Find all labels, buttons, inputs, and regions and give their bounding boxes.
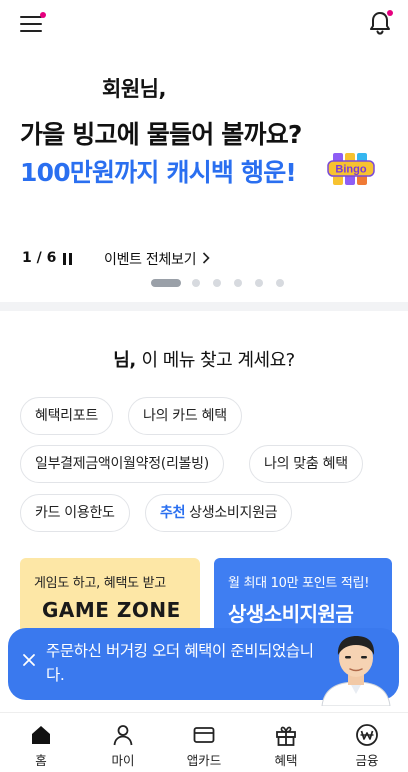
suggest-title-text: 이 메뉴 찾고 계세요?	[141, 350, 295, 371]
suggest-title-name: 님,	[113, 350, 136, 371]
tab-label: 금융	[355, 753, 379, 768]
tab-label: 앱카드	[186, 753, 222, 768]
page-dot-active[interactable]	[151, 279, 181, 287]
chip-label: 카드 이용한도	[35, 505, 115, 521]
chevron-right-icon	[198, 252, 211, 268]
page-dot[interactable]	[213, 279, 221, 287]
tab-my[interactable]: 마이	[82, 713, 164, 772]
notification-dot	[40, 12, 46, 18]
points-card-title: 상생소비지원금	[228, 602, 354, 626]
chip-revolving[interactable]: 일부결제금액이월약정(리볼빙)	[20, 445, 224, 483]
chip-card-limit[interactable]: 카드 이용한도	[20, 494, 130, 532]
banner-headline: 가을 빙고에 물들어 볼까요?	[20, 120, 302, 149]
suggest-title: 님, 이 메뉴 찾고 계세요?	[0, 346, 408, 372]
notification-dot	[387, 10, 393, 16]
chip-label: 혜택리포트	[35, 408, 98, 424]
tab-label: 마이	[111, 753, 135, 768]
banner-subheadline: 100만원까지 캐시백 행운!	[20, 158, 297, 187]
chip-label: 나의 맞춤 혜택	[264, 456, 348, 472]
greeting: 회원님,	[102, 77, 166, 101]
page-dot[interactable]	[234, 279, 242, 287]
page-dot[interactable]	[192, 279, 200, 287]
points-card-caption: 월 최대 10만 포인트 적립!	[228, 576, 370, 591]
recommend-tag: 추천	[160, 505, 186, 521]
won-circle-icon	[356, 724, 378, 746]
home-icon	[32, 726, 50, 744]
page-dot[interactable]	[276, 279, 284, 287]
section-divider	[0, 302, 408, 311]
chip-consumption-support[interactable]: 추천 상생소비지원금	[145, 494, 293, 532]
page-dot[interactable]	[255, 279, 263, 287]
tab-home[interactable]: 홈	[0, 713, 82, 772]
tab-finance[interactable]: 금융	[326, 713, 408, 772]
bingo-sticker-text: Bingo	[335, 164, 366, 176]
person-icon	[113, 725, 133, 746]
bell-icon[interactable]	[368, 10, 393, 36]
mascot-avatar-icon	[321, 636, 391, 706]
chip-my-card-benefit[interactable]: 나의 카드 혜택	[128, 397, 242, 435]
pause-icon[interactable]	[63, 253, 73, 265]
hamburger-menu-icon[interactable]	[20, 12, 46, 34]
card-icon	[193, 727, 215, 743]
game-card-caption: 게임도 하고, 혜택도 받고	[34, 576, 166, 591]
event-all-label: 이벤트 전체보기	[104, 252, 197, 268]
toast-message: 주문하신 버거킹 오더 혜택이 준비되었습니다.	[46, 642, 314, 684]
tab-appcard[interactable]: 앱카드	[163, 713, 245, 772]
chip-my-custom-benefit[interactable]: 나의 맞춤 혜택	[249, 445, 363, 483]
banner-pager: 1 / 6	[22, 250, 57, 266]
chip-label: 일부결제금액이월약정(리볼빙)	[35, 456, 209, 472]
bottom-tab-bar: 홈 마이 앱카드 혜택 금융	[0, 712, 408, 772]
close-icon[interactable]	[22, 652, 36, 666]
chip-label: 나의 카드 혜택	[143, 408, 227, 424]
top-bar	[0, 0, 408, 44]
tab-label: 혜택	[274, 753, 298, 768]
gift-icon	[276, 726, 296, 746]
tab-label: 홈	[35, 753, 47, 768]
chip-benefit-report[interactable]: 혜택리포트	[20, 397, 113, 435]
chip-label: 상생소비지원금	[189, 505, 278, 521]
event-all-link[interactable]: 이벤트 전체보기	[104, 249, 211, 269]
tab-benefit[interactable]: 혜택	[245, 713, 327, 772]
game-zone-logo: GAME ZONE	[42, 598, 181, 622]
bingo-sticker-icon: Bingo	[327, 153, 375, 185]
